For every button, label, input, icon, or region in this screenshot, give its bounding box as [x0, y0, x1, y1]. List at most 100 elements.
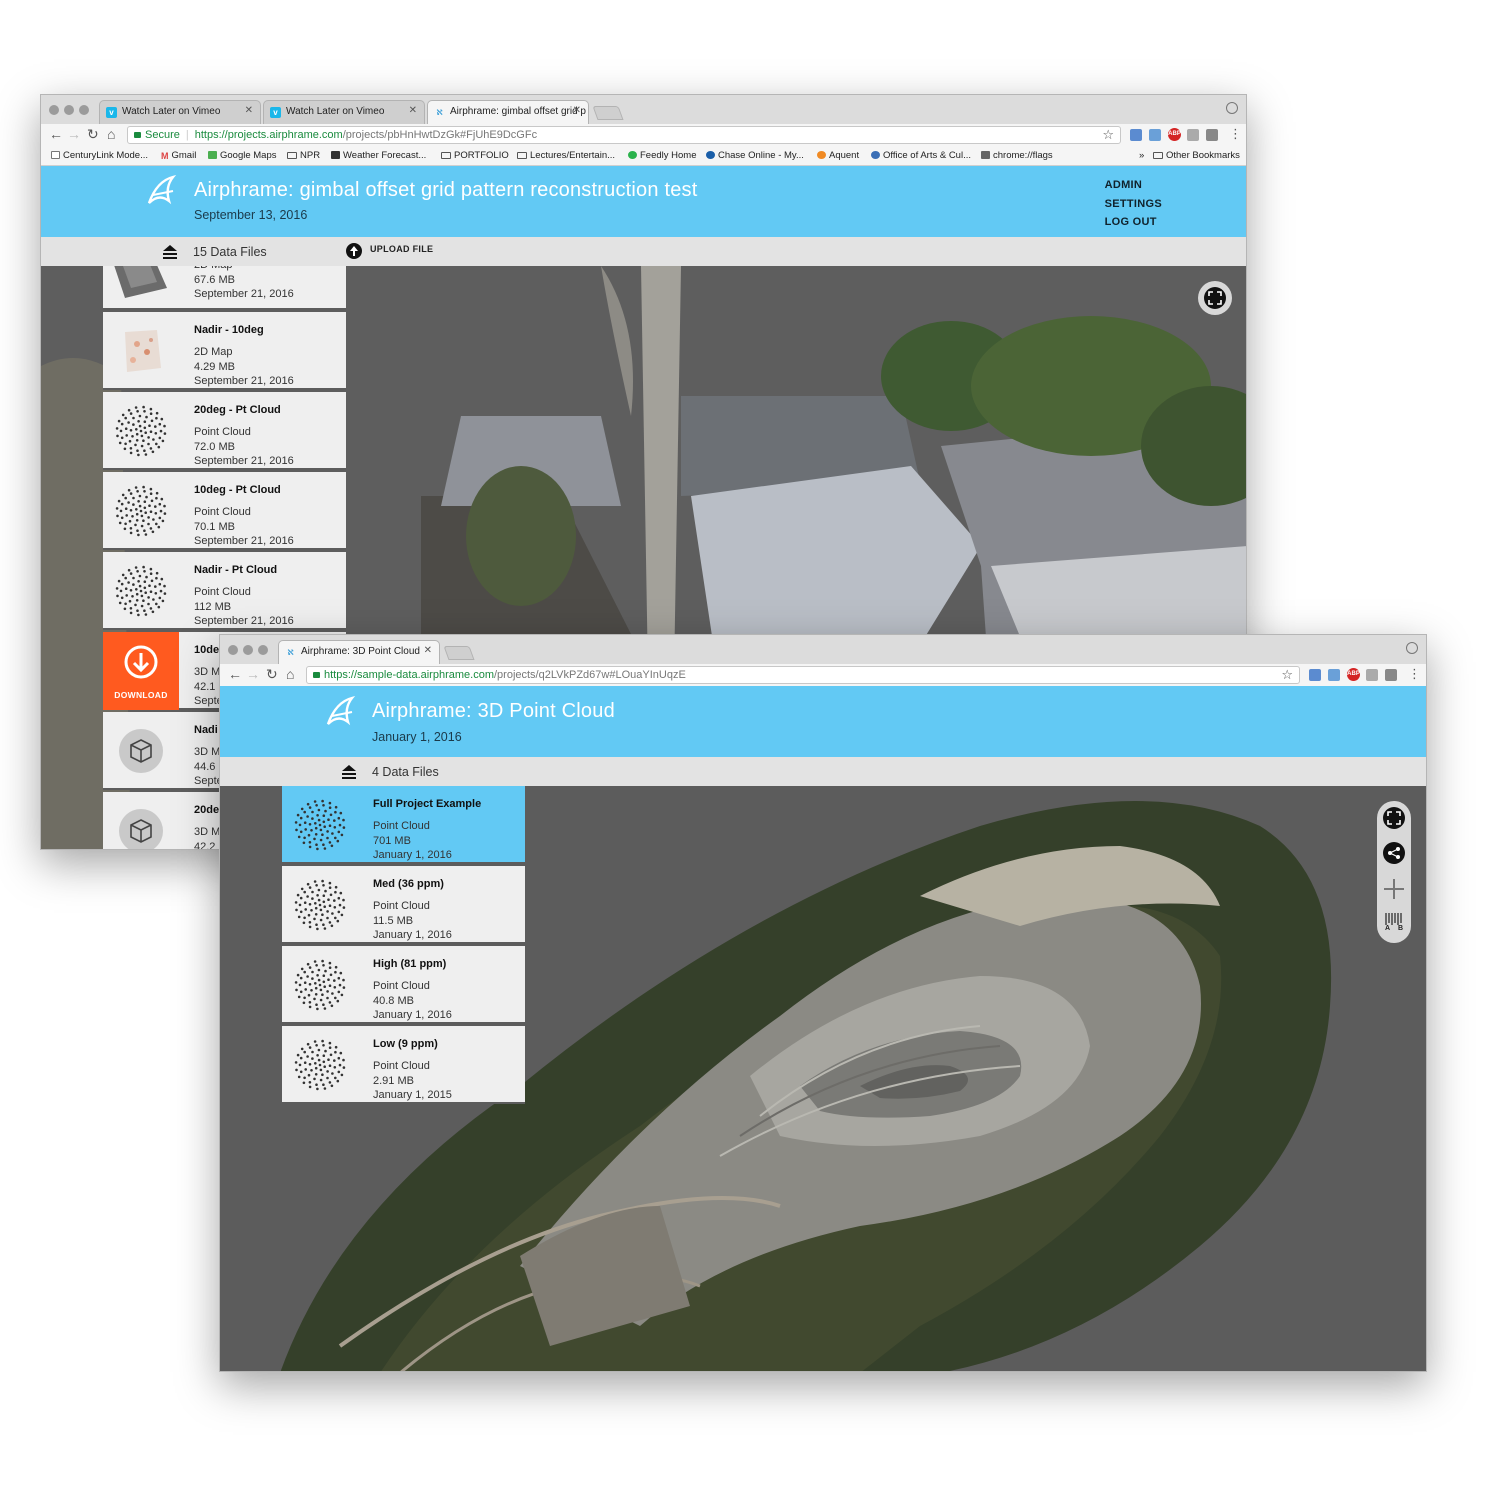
fullscreen-button[interactable] — [1198, 281, 1232, 315]
bookmarks-overflow-icon[interactable]: » — [1139, 150, 1144, 161]
bookmark-item[interactable]: NPR — [287, 150, 320, 161]
bookmark-item[interactable]: Google Maps — [208, 150, 277, 161]
home-icon[interactable]: ⌂ — [107, 126, 115, 142]
bookmark-item[interactable]: Office of Arts & Cul... — [871, 150, 971, 161]
point-cloud-icon — [294, 879, 346, 931]
file-date: September 21, 2016 — [194, 615, 294, 627]
file-date: September 21, 2016 — [194, 535, 294, 547]
browser-menu-icon[interactable]: ⋮ — [1408, 666, 1421, 682]
extension-icon[interactable] — [1309, 669, 1321, 681]
reload-icon[interactable]: ↻ — [87, 126, 99, 142]
bookmark-item[interactable]: Aquent — [817, 150, 859, 161]
download-button[interactable]: DOWNLOAD — [103, 632, 179, 710]
tab-vimeo-2[interactable]: v Watch Later on Vimeo ✕ — [263, 100, 425, 124]
fullscreen-icon — [1204, 287, 1226, 309]
close-tab-icon[interactable]: ✕ — [409, 105, 417, 116]
minimize-window-button[interactable] — [243, 645, 253, 655]
file-item-med-36-ppm[interactable]: Med (36 ppm) Point Cloud 11.5 MB January… — [282, 866, 525, 944]
bookmark-item[interactable]: PORTFOLIO — [441, 150, 509, 161]
logout-link[interactable]: LOG OUT — [1105, 213, 1162, 232]
address-bar[interactable]: https://sample-data.airphrame.com/projec… — [306, 666, 1300, 684]
close-window-button[interactable] — [49, 105, 59, 115]
profile-icon[interactable] — [1406, 642, 1418, 654]
address-separator: | — [185, 129, 189, 141]
collapse-list-icon[interactable] — [341, 765, 357, 779]
files-count[interactable]: 4 Data Files — [372, 765, 439, 779]
project-date: January 1, 2016 — [372, 730, 462, 744]
minimize-window-button[interactable] — [64, 105, 74, 115]
home-icon[interactable]: ⌂ — [286, 666, 294, 682]
settings-link[interactable]: SETTINGS — [1105, 195, 1162, 214]
close-window-button[interactable] — [228, 645, 238, 655]
file-name: Nadir - Pt Cloud — [194, 564, 278, 576]
file-item-high-81-ppm[interactable]: High (81 ppm) Point Cloud 40.8 MB Januar… — [282, 946, 525, 1024]
tab-airphrame-point-cloud[interactable]: ℵ Airphrame: 3D Point Cloud ✕ — [278, 640, 440, 664]
forward-icon[interactable]: → — [67, 126, 81, 142]
file-item-low-9-ppm[interactable]: Low (9 ppm) Point Cloud 2.91 MB January … — [282, 1026, 525, 1104]
close-tab-icon[interactable]: ✕ — [573, 105, 581, 116]
file-item-10deg-pt-cloud[interactable]: 10deg - Pt Cloud Point Cloud 70.1 MB Sep… — [103, 472, 346, 550]
bookmark-item[interactable]: Lectures/Entertain... — [517, 150, 615, 161]
bookmark-item[interactable]: M Gmail — [161, 150, 196, 161]
back-icon[interactable]: ← — [49, 126, 63, 142]
file-item-20deg-pt-cloud[interactable]: 20deg - Pt Cloud Point Cloud 72.0 MB Sep… — [103, 392, 346, 470]
file-size: 40.8 MB — [373, 994, 414, 1007]
cube-icon — [119, 809, 163, 849]
close-tab-icon[interactable]: ✕ — [424, 645, 432, 656]
other-bookmarks[interactable]: Other Bookmarks — [1153, 150, 1240, 161]
extension-icon[interactable] — [1130, 129, 1142, 141]
file-type: 3D M — [194, 826, 221, 838]
back-icon[interactable]: ← — [228, 666, 242, 682]
address-bar[interactable]: Secure | https://projects.airphrame.com/pr… — [127, 126, 1121, 144]
gmail-icon: M — [161, 151, 169, 161]
file-meta: 2D Map 4.29 MB September 21, 2016 — [194, 345, 294, 389]
tab-label: Watch Later on Vimeo — [286, 106, 385, 117]
bookmark-item[interactable]: CenturyLink Mode... — [51, 150, 148, 161]
plus-icon[interactable] — [1384, 879, 1404, 899]
upload-icon[interactable] — [346, 243, 362, 259]
tab-vimeo-1[interactable]: v Watch Later on Vimeo ✕ — [99, 100, 261, 124]
bookmark-item[interactable]: Weather Forecast... — [331, 150, 426, 161]
feedly-icon — [628, 151, 637, 159]
tab-airphrame-gimbal[interactable]: ℵ Airphrame: gimbal offset grid p ✕ — [427, 100, 589, 124]
collapse-list-icon[interactable] — [162, 245, 178, 259]
bookmark-item[interactable]: Feedly Home — [628, 150, 697, 161]
extension-icon[interactable] — [1385, 669, 1397, 681]
zoom-window-button[interactable] — [79, 105, 89, 115]
profile-icon[interactable] — [1226, 102, 1238, 114]
bookmark-item[interactable]: Chase Online - My... — [706, 150, 804, 161]
fullscreen-icon[interactable] — [1383, 807, 1405, 829]
share-icon[interactable] — [1383, 842, 1405, 864]
forward-icon[interactable]: → — [246, 666, 260, 682]
airphrame-logo-icon — [147, 174, 177, 205]
file-item-full-project-example[interactable]: Full Project Example Point Cloud 701 MB … — [282, 786, 525, 864]
download-label: DOWNLOAD — [114, 690, 168, 700]
admin-link[interactable]: ADMIN — [1105, 176, 1162, 195]
files-count[interactable]: 15 Data Files — [193, 245, 267, 259]
extension-icon[interactable] — [1149, 129, 1161, 141]
compare-ab-icon[interactable] — [1385, 913, 1402, 925]
adblock-icon[interactable]: ABP — [1168, 128, 1181, 141]
new-tab-button[interactable] — [443, 646, 475, 660]
file-item-nadir-pt-cloud[interactable]: Nadir - Pt Cloud Point Cloud 112 MB Sept… — [103, 552, 346, 630]
extension-icon[interactable] — [1328, 669, 1340, 681]
extension-icon[interactable] — [1206, 129, 1218, 141]
adblock-icon[interactable]: ABP — [1347, 668, 1360, 681]
new-tab-button[interactable] — [592, 106, 624, 120]
folder-icon — [287, 152, 297, 159]
close-tab-icon[interactable]: ✕ — [245, 105, 253, 116]
bookmark-star-icon[interactable]: ☆ — [1102, 127, 1114, 143]
file-meta: Point Cloud 40.8 MB January 1, 2016 — [373, 979, 452, 1023]
file-item-nadir-10deg[interactable]: Nadir - 10deg 2D Map 4.29 MB September 2… — [103, 312, 346, 390]
file-item-2d-map[interactable]: 2D Map 67.6 MB September 21, 2016 — [103, 266, 346, 310]
zoom-window-button[interactable] — [258, 645, 268, 655]
browser-menu-icon[interactable]: ⋮ — [1229, 126, 1242, 142]
bookmark-item[interactable]: chrome://flags — [981, 150, 1053, 161]
reload-icon[interactable]: ↻ — [266, 666, 278, 682]
upload-file-button[interactable]: UPLOAD FILE — [370, 244, 433, 254]
bookmark-star-icon[interactable]: ☆ — [1281, 667, 1293, 683]
extension-icon[interactable] — [1187, 129, 1199, 141]
extension-icon[interactable] — [1366, 669, 1378, 681]
account-menu: ADMIN SETTINGS LOG OUT — [1105, 176, 1162, 232]
file-size: 70.1 MB — [194, 520, 235, 533]
